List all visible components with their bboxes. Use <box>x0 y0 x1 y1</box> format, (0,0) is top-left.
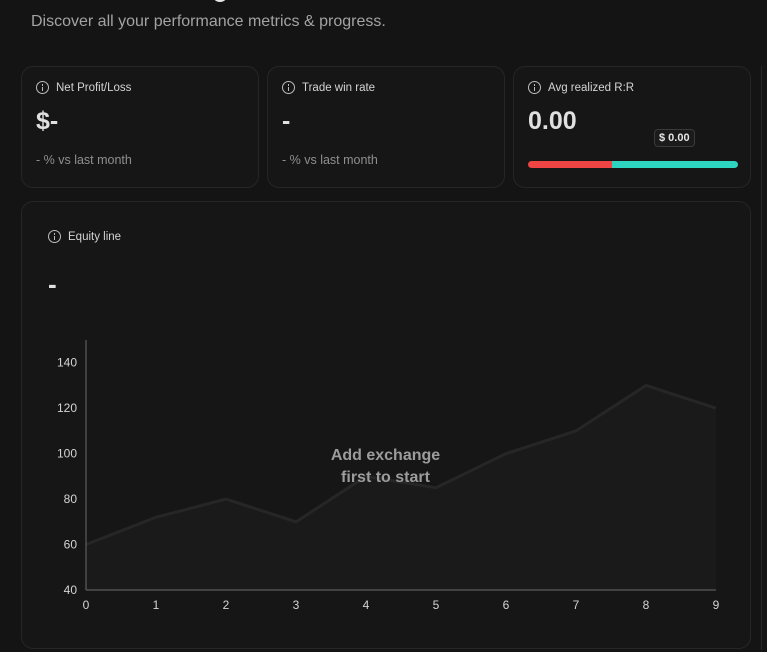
avg-rr-win-segment <box>612 161 738 168</box>
info-icon[interactable] <box>36 81 49 94</box>
avg-rr-card: Avg realized R:R 0.00 $ 0.00 <box>513 66 751 188</box>
win-rate-label: Trade win rate <box>302 81 376 94</box>
add-exchange-message: Add exchange first to start <box>302 445 469 489</box>
win-rate-header: Trade win rate <box>282 81 375 94</box>
net-profit-header: Net Profit/Loss <box>36 81 131 94</box>
x-tick-label: 9 <box>713 598 720 612</box>
equity-chart: 40 60 80 100 120 140 0 1 2 3 4 5 6 7 8 9 <box>57 340 720 612</box>
avg-rr-loss-segment <box>528 161 612 168</box>
add-exchange-line-1: Add exchange <box>330 447 441 464</box>
y-tick-label: 40 <box>64 583 78 597</box>
y-tick-label: 60 <box>64 538 78 552</box>
performance-page: Discover all your performance metrics & … <box>0 0 767 652</box>
avg-rr-bar <box>528 161 738 168</box>
page-subtitle: Discover all your performance metrics & … <box>31 13 386 30</box>
win-rate-card: Trade win rate - - % vs last month <box>267 66 505 188</box>
net-profit-label: Net Profit/Loss <box>56 81 132 94</box>
add-exchange-line-2: first to start <box>341 469 430 486</box>
avg-rr-value: 0.00 <box>528 107 577 135</box>
avg-rr-badge: $ 0.00 <box>654 129 695 147</box>
right-panel-edge <box>761 66 767 650</box>
equity-card: Equity line - 40 60 80 100 120 140 0 1 2 3 4 5 6 7 8 9 … <box>21 201 751 649</box>
page-title-fragment <box>212 0 228 2</box>
info-icon[interactable] <box>528 81 541 94</box>
x-tick-label: 4 <box>363 598 370 612</box>
win-rate-value: - <box>282 107 291 135</box>
y-tick-label: 100 <box>57 447 77 461</box>
y-tick-label: 140 <box>57 356 77 370</box>
x-tick-label: 5 <box>433 598 440 612</box>
y-tick-label: 120 <box>57 401 77 415</box>
x-tick-label: 2 <box>223 598 230 612</box>
win-rate-change: - % vs last month <box>282 153 378 167</box>
info-icon[interactable] <box>282 81 295 94</box>
x-tick-label: 8 <box>643 598 650 612</box>
avg-rr-header: Avg realized R:R <box>528 81 634 94</box>
y-tick-label: 80 <box>64 492 78 506</box>
x-tick-label: 6 <box>503 598 510 612</box>
net-profit-card: Net Profit/Loss $- - % vs last month <box>21 66 259 188</box>
x-tick-label: 3 <box>293 598 300 612</box>
net-profit-value: $- <box>36 107 59 135</box>
x-tick-label: 0 <box>83 598 90 612</box>
x-tick-label: 1 <box>153 598 160 612</box>
net-profit-change: - % vs last month <box>36 153 132 167</box>
x-tick-label: 7 <box>573 598 580 612</box>
avg-rr-label: Avg realized R:R <box>548 81 635 94</box>
